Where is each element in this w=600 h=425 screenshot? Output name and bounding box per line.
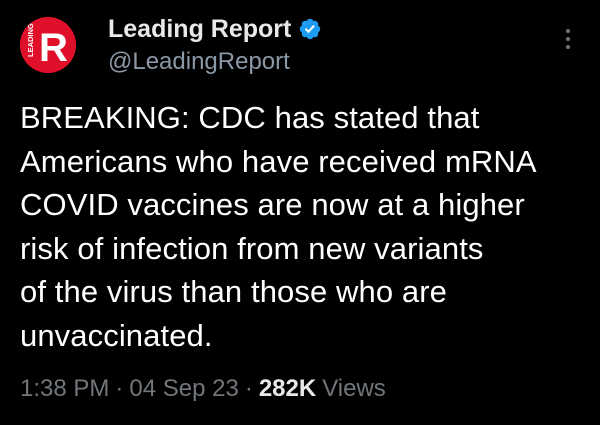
tweet-card: LEADING R Leading Report @LeadingReport … bbox=[0, 0, 600, 425]
meta-separator: · bbox=[115, 375, 124, 402]
more-vertical-icon-dot bbox=[566, 29, 570, 33]
author-info: Leading Report @LeadingReport bbox=[108, 13, 528, 77]
more-options-button[interactable] bbox=[556, 24, 580, 54]
tweet-date[interactable]: 04 Sep 23 bbox=[129, 375, 238, 403]
tweet-text-line: of the virus than those who are bbox=[20, 274, 448, 309]
tweet-text-line: unvaccinated. bbox=[20, 317, 213, 353]
tweet-text-line: BREAKING: CDC has stated that bbox=[20, 100, 480, 135]
leading-report-logo-icon: LEADING R bbox=[20, 17, 76, 73]
views-label: Views bbox=[322, 375, 386, 402]
logo-side-text: LEADING bbox=[26, 23, 35, 57]
views-count[interactable]: 282K bbox=[259, 375, 316, 403]
logo-letter: R bbox=[39, 26, 68, 70]
tweet-time[interactable]: 1:38 PM bbox=[20, 375, 109, 403]
display-name[interactable]: Leading Report bbox=[108, 13, 291, 45]
more-vertical-icon-dot bbox=[566, 37, 570, 41]
tweet-text-line: risk of infection from new variants bbox=[20, 230, 484, 266]
tweet-text-line: Americans who have received mRNA bbox=[20, 143, 537, 179]
avatar[interactable]: LEADING R bbox=[20, 17, 76, 73]
tweet-text: BREAKING: CDC has stated that Americans … bbox=[20, 96, 590, 357]
name-row: Leading Report bbox=[108, 13, 528, 45]
meta-separator: · bbox=[244, 375, 253, 402]
tweet-meta: 1:38 PM · 04 Sep 23 · 282K Views bbox=[20, 372, 386, 406]
verified-badge-icon[interactable] bbox=[298, 17, 322, 41]
more-vertical-icon-dot bbox=[566, 45, 570, 49]
tweet-text-line: COVID vaccines are now at a higher bbox=[20, 187, 525, 222]
author-handle[interactable]: @LeadingReport bbox=[108, 47, 528, 77]
